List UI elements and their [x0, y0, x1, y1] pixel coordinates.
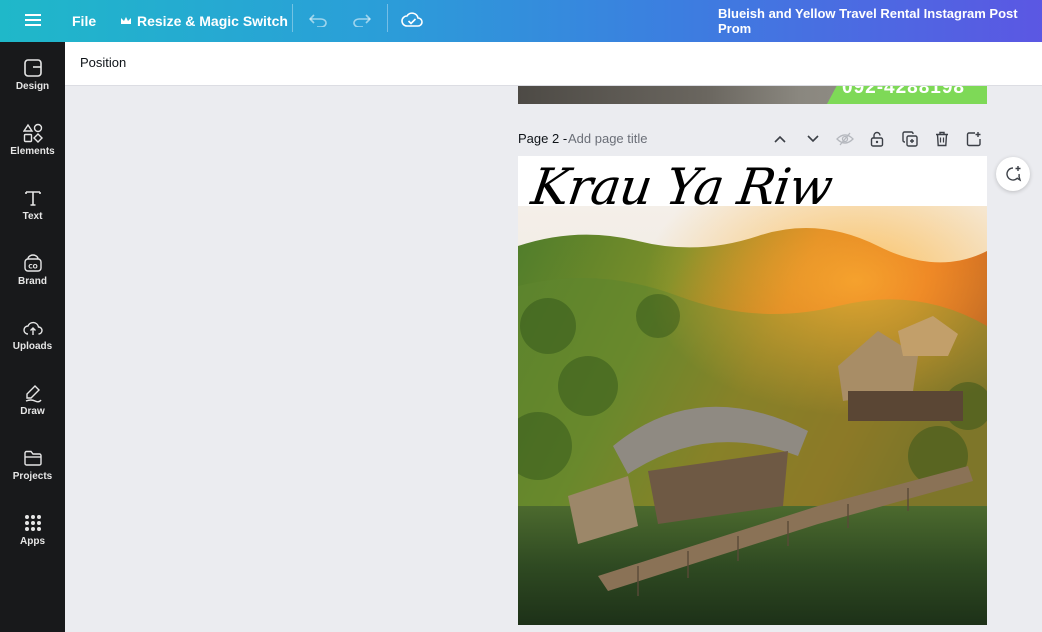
design-icon: [23, 59, 42, 77]
sidebar-item-projects[interactable]: Projects: [0, 444, 65, 504]
projects-icon: [23, 450, 42, 466]
delete-page-icon[interactable]: [932, 129, 952, 149]
position-button[interactable]: Position: [80, 55, 126, 70]
uploads-icon: [22, 321, 43, 335]
sidebar-item-design[interactable]: Design: [0, 54, 65, 114]
text-icon: [24, 191, 41, 206]
sidebar-label: Design: [15, 81, 50, 92]
sidebar-label: Uploads: [12, 341, 53, 352]
brand-icon: CO: [23, 254, 42, 272]
add-page-icon[interactable]: [964, 129, 984, 149]
page-2-canvas[interactable]: Krau Ya Riw: [518, 156, 987, 625]
resize-magic-switch-button[interactable]: Resize & Magic Switch: [120, 0, 288, 42]
divider: [387, 4, 388, 32]
left-sidebar: Design Elements Text CO Brand Uploads Dr…: [0, 42, 65, 632]
move-page-up-icon[interactable]: [770, 129, 790, 149]
svg-text:CO: CO: [28, 264, 38, 271]
context-toolbar: Position: [65, 42, 1042, 86]
sidebar-label: Projects: [12, 471, 53, 482]
sidebar-item-brand[interactable]: CO Brand: [0, 249, 65, 309]
sidebar-item-draw[interactable]: Draw: [0, 379, 65, 439]
lock-page-icon[interactable]: [867, 129, 887, 149]
undo-icon[interactable]: [306, 7, 332, 33]
divider: [292, 4, 293, 32]
sidebar-item-text[interactable]: Text: [0, 184, 65, 244]
hide-page-icon[interactable]: [835, 129, 855, 149]
draw-icon: [25, 385, 42, 403]
page-title-input[interactable]: Add page title: [568, 131, 648, 146]
mangrove-photo[interactable]: [518, 206, 987, 625]
apps-icon: [24, 515, 41, 531]
page-label: Page 2 -: [518, 131, 568, 146]
duplicate-page-icon[interactable]: [900, 129, 920, 149]
sidebar-label: Brand: [18, 276, 47, 287]
sidebar-label: Draw: [20, 406, 45, 417]
sidebar-label: Text: [22, 211, 43, 222]
headline-text[interactable]: Krau Ya Riw: [528, 158, 836, 216]
sidebar-item-elements[interactable]: Elements: [0, 119, 65, 179]
sidebar-label: Elements: [10, 146, 55, 157]
crown-icon: [121, 17, 131, 24]
move-page-down-icon[interactable]: [803, 129, 823, 149]
sidebar-item-apps[interactable]: Apps: [0, 509, 65, 569]
top-bar: File Resize & Magic Switch Blueish and Y…: [0, 0, 1042, 42]
page-2-header: Page 2 - Add page title: [518, 129, 988, 149]
sidebar-item-uploads[interactable]: Uploads: [0, 314, 65, 374]
redo-icon[interactable]: [348, 7, 374, 33]
page-1-bottom[interactable]: 092-4288198: [518, 86, 987, 104]
vertical-scrollbar[interactable]: [1034, 86, 1042, 632]
phone-number: 092-4288198: [842, 86, 965, 98]
file-menu[interactable]: File: [72, 0, 96, 42]
elements-icon: [22, 123, 43, 143]
menu-icon[interactable]: [20, 7, 46, 33]
add-comment-button[interactable]: [996, 157, 1030, 191]
resize-label: Resize & Magic Switch: [137, 13, 288, 29]
sidebar-label: Apps: [20, 536, 45, 547]
cloud-saved-icon[interactable]: [399, 7, 425, 33]
comment-plus-icon: [1006, 166, 1022, 182]
document-title[interactable]: Blueish and Yellow Travel Rental Instagr…: [718, 0, 1042, 42]
